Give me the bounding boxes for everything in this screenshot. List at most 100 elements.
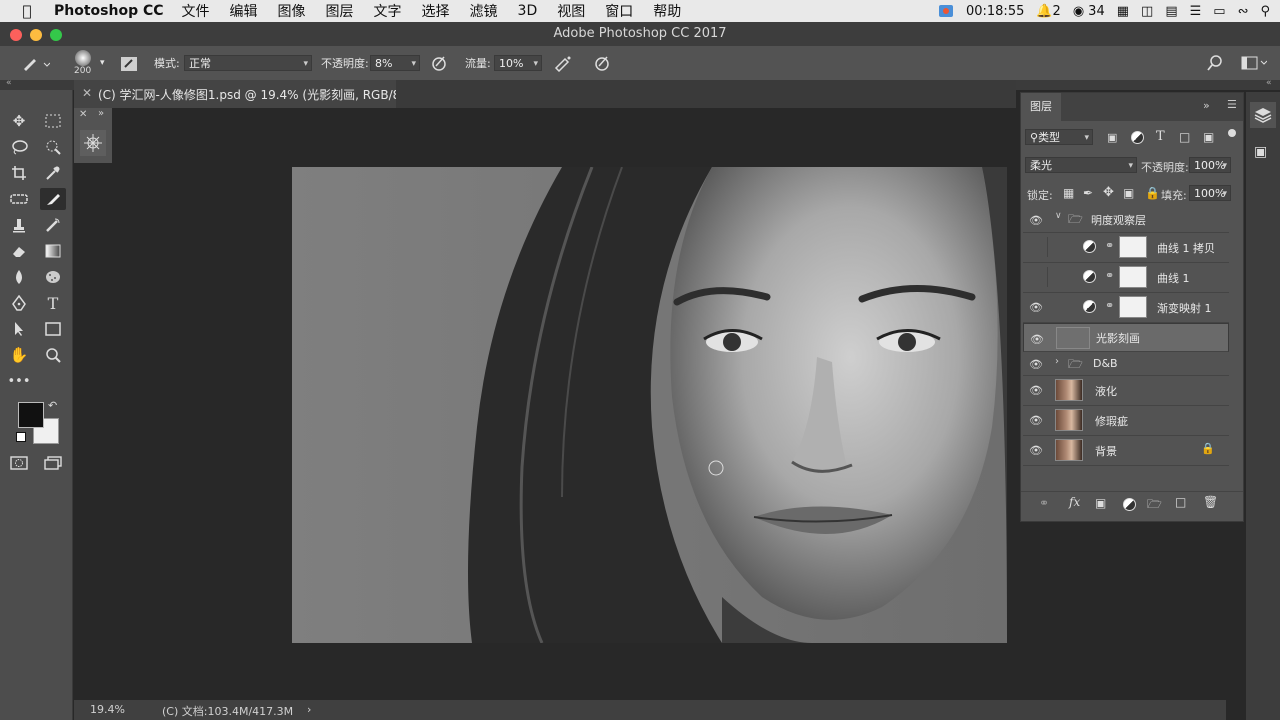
swap-colors-icon[interactable]: ↶ <box>48 399 57 412</box>
foreground-color-swatch-top[interactable] <box>18 402 44 428</box>
chevron-down-icon[interactable]: ∨ <box>1055 211 1062 221</box>
mode-select[interactable]: 正常 ▾ <box>184 55 312 71</box>
record-icon[interactable] <box>938 4 954 18</box>
eye-icon[interactable]: 👁 <box>1029 444 1045 457</box>
eraser-tool-icon[interactable] <box>6 240 32 262</box>
fill-input[interactable]: 100% ▾ <box>1189 185 1231 201</box>
menu-select[interactable]: 选择 <box>422 1 450 21</box>
menu-image[interactable]: 图像 <box>278 1 306 21</box>
brush-tool-preset-icon[interactable] <box>20 46 50 80</box>
filter-toggle-icon[interactable] <box>1228 129 1236 137</box>
filter-type-icon[interactable]: T <box>1156 129 1165 144</box>
screen-mode-icon[interactable] <box>40 452 66 474</box>
brush-panel-icon[interactable] <box>120 46 138 80</box>
rectangle-tool-icon[interactable] <box>40 318 66 340</box>
layers-dock-icon[interactable] <box>1250 102 1276 128</box>
lock-all-icon[interactable]: 🔒 <box>1145 186 1160 200</box>
lock-position-icon[interactable]: ✥ <box>1103 185 1114 200</box>
search-icon[interactable] <box>1207 46 1223 80</box>
app-name[interactable]: Photoshop CC <box>54 3 164 19</box>
clipboard-icon[interactable]: ▦ <box>1117 4 1129 19</box>
opacity-input[interactable]: 8% ▾ <box>370 55 420 71</box>
battery-icon[interactable]: ▭ <box>1213 4 1225 19</box>
layer-opacity-input[interactable]: 100% ▾ <box>1189 157 1231 173</box>
layer-mask-thumbnail[interactable] <box>1119 266 1147 288</box>
visibility-toggle[interactable] <box>1027 237 1048 257</box>
quick-select-tool-icon[interactable] <box>40 136 66 158</box>
layer-row-group-luminosity[interactable]: 👁 ∨ 🗁 明度观察层 <box>1023 206 1229 233</box>
status-menu-icon[interactable]: › <box>307 703 311 716</box>
layer-row-gradient-map[interactable]: 👁 ⚭ 渐变映射 1 <box>1023 293 1229 323</box>
hand-tool-icon[interactable]: ✋ <box>6 344 32 366</box>
layer-row-group-db[interactable]: 👁 › 🗁 D&B <box>1023 353 1229 376</box>
clone-stamp-tool-icon[interactable] <box>6 214 32 236</box>
lock-artboard-icon[interactable]: ▣ <box>1123 186 1134 200</box>
eye-icon[interactable]: 👁 <box>1029 214 1045 227</box>
trash-icon[interactable]: 🗑 <box>1203 495 1218 509</box>
new-adjustment-icon[interactable] <box>1123 498 1136 514</box>
link-icon[interactable]: ⚭ <box>1105 269 1114 282</box>
brush-size-caret-icon[interactable]: ▾ <box>100 46 105 80</box>
zoom-tool-icon[interactable] <box>40 344 66 366</box>
visibility-toggle[interactable] <box>1027 267 1048 287</box>
expand-panel-icon[interactable]: » <box>1203 99 1210 112</box>
menu-filter[interactable]: 滤镜 <box>470 1 498 21</box>
menu-window[interactable]: 窗口 <box>605 1 633 21</box>
brush-settings-icon[interactable] <box>80 130 106 156</box>
filter-adjustment-icon[interactable] <box>1131 131 1144 147</box>
layer-thumbnail[interactable] <box>1055 379 1083 401</box>
menu-help[interactable]: 帮助 <box>653 1 681 21</box>
wifi-icon[interactable]: ∾ <box>1238 4 1249 19</box>
3d-dock-icon[interactable]: ▣ <box>1254 144 1267 160</box>
layer-thumbnail[interactable] <box>1055 439 1083 461</box>
new-layer-icon[interactable]: □ <box>1175 495 1186 509</box>
menu-type[interactable]: 文字 <box>374 1 402 21</box>
pressure-size-icon[interactable] <box>593 46 611 80</box>
menu-3d[interactable]: 3D <box>518 3 538 19</box>
flow-input[interactable]: 10% ▾ <box>494 55 542 71</box>
menu-view[interactable]: 视图 <box>557 1 585 21</box>
layer-mask-thumbnail[interactable] <box>1119 236 1147 258</box>
layer-row-light-shadow[interactable]: 👁 光影刻画 <box>1023 323 1229 352</box>
chevron-right-icon[interactable]: › <box>1055 356 1059 367</box>
crop-tool-icon[interactable] <box>6 162 32 184</box>
move-tool-icon[interactable]: ✥ <box>6 110 32 132</box>
layer-row-liquify[interactable]: 👁 液化 <box>1023 376 1229 406</box>
layer-filter-select[interactable]: ⚲类型 ▾ <box>1025 129 1093 145</box>
menu-icon[interactable]: ☰ <box>1190 4 1202 19</box>
wechat-icon[interactable]: ◉ 34 <box>1073 4 1105 19</box>
link-icon[interactable]: ⚭ <box>1105 239 1114 252</box>
new-group-icon[interactable]: 🗁 <box>1147 495 1162 516</box>
layer-row-background[interactable]: 👁 背景 🔒 <box>1023 436 1229 466</box>
filter-smartobject-icon[interactable]: ▣ <box>1203 130 1214 144</box>
tab-layers[interactable]: 图层 <box>1021 93 1061 121</box>
document-canvas[interactable] <box>292 167 1007 643</box>
healing-brush-tool-icon[interactable] <box>6 188 32 210</box>
lock-transparent-icon[interactable]: ▦ <box>1063 186 1074 200</box>
expand-panel-icon[interactable]: » <box>98 108 104 119</box>
more-tools-icon[interactable]: ••• <box>6 370 32 392</box>
add-mask-icon[interactable]: ▣ <box>1095 496 1106 510</box>
blur-tool-icon[interactable] <box>6 266 32 288</box>
path-selection-tool-icon[interactable] <box>6 318 32 340</box>
quick-mask-icon[interactable] <box>6 452 32 474</box>
link-icon[interactable]: ⚭ <box>1105 299 1114 312</box>
eyedropper-tool-icon[interactable] <box>40 162 66 184</box>
airbrush-icon[interactable] <box>553 46 573 80</box>
lasso-tool-icon[interactable] <box>6 136 32 158</box>
eye-icon[interactable]: 👁 <box>1029 358 1045 371</box>
link-layers-icon[interactable]: ⚭ <box>1039 496 1049 510</box>
menu-edit[interactable]: 编辑 <box>230 1 258 21</box>
collapse-right-icon[interactable]: « <box>1266 78 1272 88</box>
blend-mode-select[interactable]: 柔光 ▾ <box>1025 157 1137 173</box>
default-colors-icon[interactable] <box>16 432 26 442</box>
eye-icon[interactable]: 👁 <box>1030 332 1046 346</box>
layer-row-blemish[interactable]: 👁 修瑕疵 <box>1023 406 1229 436</box>
menu-file[interactable]: 文件 <box>182 1 210 21</box>
history-brush-tool-icon[interactable] <box>40 214 66 236</box>
marquee-tool-icon[interactable] <box>40 110 66 132</box>
layer-mask-thumbnail[interactable] <box>1119 296 1147 318</box>
sponge-tool-icon[interactable] <box>40 266 66 288</box>
filter-pixel-icon[interactable]: ▣ <box>1107 131 1117 144</box>
layer-thumbnail[interactable] <box>1055 409 1083 431</box>
